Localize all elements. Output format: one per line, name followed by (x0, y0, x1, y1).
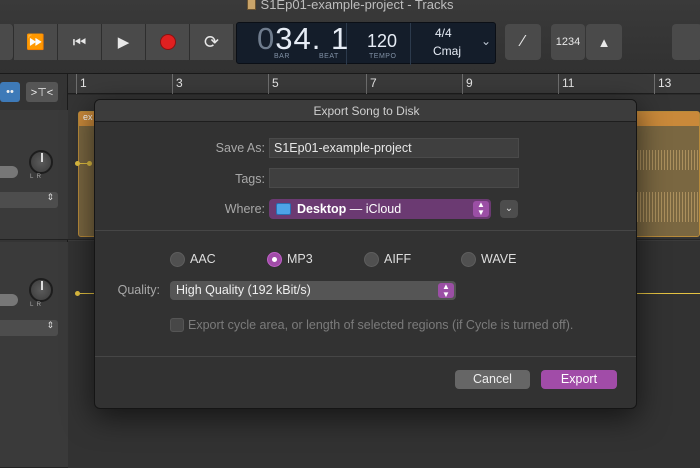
ruler-tick (366, 74, 367, 94)
track-filter-button[interactable]: >⊤< (26, 82, 58, 102)
track-2-volume-slider[interactable] (0, 294, 18, 306)
fast-forward-button[interactable]: ⏩ (14, 24, 58, 60)
where-select[interactable]: Desktop — iCloud ▲ ▼ (269, 199, 491, 219)
export-cycle-checkbox[interactable] (170, 318, 184, 332)
play-icon: ▶ (117, 34, 130, 51)
ruler-tick (268, 74, 269, 94)
format-aac-label: AAC (190, 252, 216, 266)
lcd-tempo: 120 (367, 31, 398, 51)
track-header-1[interactable]: L R ⇕ (0, 110, 68, 240)
save-as-label: Save As: (215, 141, 265, 155)
cancel-button[interactable]: Cancel (455, 370, 530, 389)
lcd-display[interactable]: 034. 1 BAR BEAT 120 TEMPO 4/4 Cmaj (236, 21, 496, 65)
tags-label: Tags: (235, 172, 265, 186)
ruler-bar-5: 5 (272, 76, 279, 90)
lcd-position: 034. 1 (257, 21, 350, 56)
automation-point[interactable] (75, 291, 80, 296)
automation-icon: •• (6, 86, 14, 98)
save-as-field[interactable]: S1Ep01-example-project (269, 138, 519, 158)
quality-label: Quality: (117, 283, 160, 297)
bar-ruler[interactable]: 1 3 5 7 9 11 13 (68, 74, 700, 94)
tuner-button[interactable]: ⁄ (505, 24, 541, 60)
toolbar-overflow-button[interactable] (672, 24, 700, 60)
where-label: Where: (224, 202, 265, 216)
filter-icon: >⊤< (30, 86, 54, 99)
track-1-volume-slider[interactable] (0, 166, 18, 178)
lcd-key: Cmaj (433, 44, 462, 58)
format-aiff-radio[interactable] (364, 252, 379, 267)
track-1-pan-knob[interactable] (29, 150, 53, 174)
tags-field[interactable] (269, 168, 519, 188)
format-aiff-label: AIFF (384, 252, 412, 266)
rewind-button[interactable] (0, 24, 14, 60)
ruler-tick (558, 74, 559, 94)
track-2-pan-lr: L R (30, 302, 42, 308)
ruler-tick (654, 74, 655, 94)
track-2-pan-knob[interactable] (29, 278, 53, 302)
fast-forward-icon: ⏩ (26, 34, 45, 51)
track-1-pan-lr: L R (30, 174, 42, 180)
export-cycle-label: Export cycle area, or length of selected… (188, 318, 574, 332)
cycle-button[interactable]: ⟳ (190, 24, 234, 60)
quality-select[interactable]: High Quality (192 kBit/s) ▲ ▼ (170, 281, 456, 300)
chevron-updown-icon: ⇕ (46, 320, 54, 330)
export-button[interactable]: Export (541, 370, 617, 389)
tuner-icon: ⁄ (521, 33, 525, 50)
divider (95, 230, 636, 231)
transport-controls: ⏩ ⏮ ▶ ⟳ (0, 24, 234, 60)
where-value: Desktop — iCloud (297, 202, 402, 216)
chevron-updown-icon: ⇕ (46, 192, 54, 202)
ruler-tick (76, 74, 77, 94)
ruler-bar-9: 9 (466, 76, 473, 90)
ruler-bar-1: 1 (80, 76, 87, 90)
go-to-start-button[interactable]: ⏮ (58, 24, 102, 60)
format-wave-label: WAVE (481, 252, 517, 266)
automation-point[interactable] (87, 161, 92, 166)
track-headers: •• >⊤< L R ⇕ L R ⇕ (0, 74, 68, 468)
format-aac-radio[interactable] (170, 252, 185, 267)
dialog-title: Export Song to Disk (95, 100, 636, 122)
format-mp3-radio[interactable] (267, 252, 282, 267)
lcd-time-signature: 4/4 (435, 26, 452, 40)
record-icon (159, 34, 176, 50)
format-mp3-label: MP3 (287, 252, 313, 266)
ruler-tick (172, 74, 173, 94)
chevron-updown-icon: ▲ ▼ (438, 283, 454, 299)
window-title: S1Ep01-example-project - Tracks (0, 0, 700, 12)
export-song-dialog: Export Song to Disk Save As: S1Ep01-exam… (94, 99, 637, 409)
lcd-tempo-label: TEMPO (369, 53, 397, 60)
ruler-bar-3: 3 (176, 76, 183, 90)
play-button[interactable]: ▶ (102, 24, 146, 60)
automation-toggle-button[interactable]: •• (0, 82, 20, 102)
count-in-button[interactable]: 1234 (551, 24, 585, 60)
chevron-down-icon: ⌄ (504, 203, 514, 214)
automation-point[interactable] (75, 161, 80, 166)
lcd-beat-label: BEAT (319, 53, 339, 60)
track-1-output-select[interactable]: ⇕ (0, 192, 58, 208)
lcd-menu-chevron-icon[interactable]: ⌄ (481, 34, 491, 48)
go-to-start-icon: ⏮ (72, 33, 87, 51)
ruler-bar-7: 7 (370, 76, 377, 90)
track-2-output-select[interactable]: ⇕ (0, 320, 58, 336)
title-toolbar: S1Ep01-example-project - Tracks ⏩ ⏮ ▶ ⟳ … (0, 0, 700, 74)
metronome-icon: ▲ (597, 34, 611, 50)
ruler-bar-13: 13 (658, 76, 672, 90)
ruler-tick (462, 74, 463, 94)
cycle-icon: ⟳ (203, 31, 220, 52)
document-icon (246, 0, 256, 10)
ruler-bar-11: 11 (562, 76, 575, 90)
record-button[interactable] (146, 24, 190, 60)
lcd-bar-label: BAR (274, 53, 290, 60)
folder-icon (276, 203, 291, 215)
metronome-button[interactable]: ▲ (586, 24, 622, 60)
expand-browser-button[interactable]: ⌄ (500, 200, 518, 218)
format-wave-radio[interactable] (461, 252, 476, 267)
chevron-updown-icon: ▲ ▼ (473, 201, 489, 217)
track-header-2[interactable]: L R ⇕ (0, 242, 68, 468)
divider (95, 356, 636, 357)
